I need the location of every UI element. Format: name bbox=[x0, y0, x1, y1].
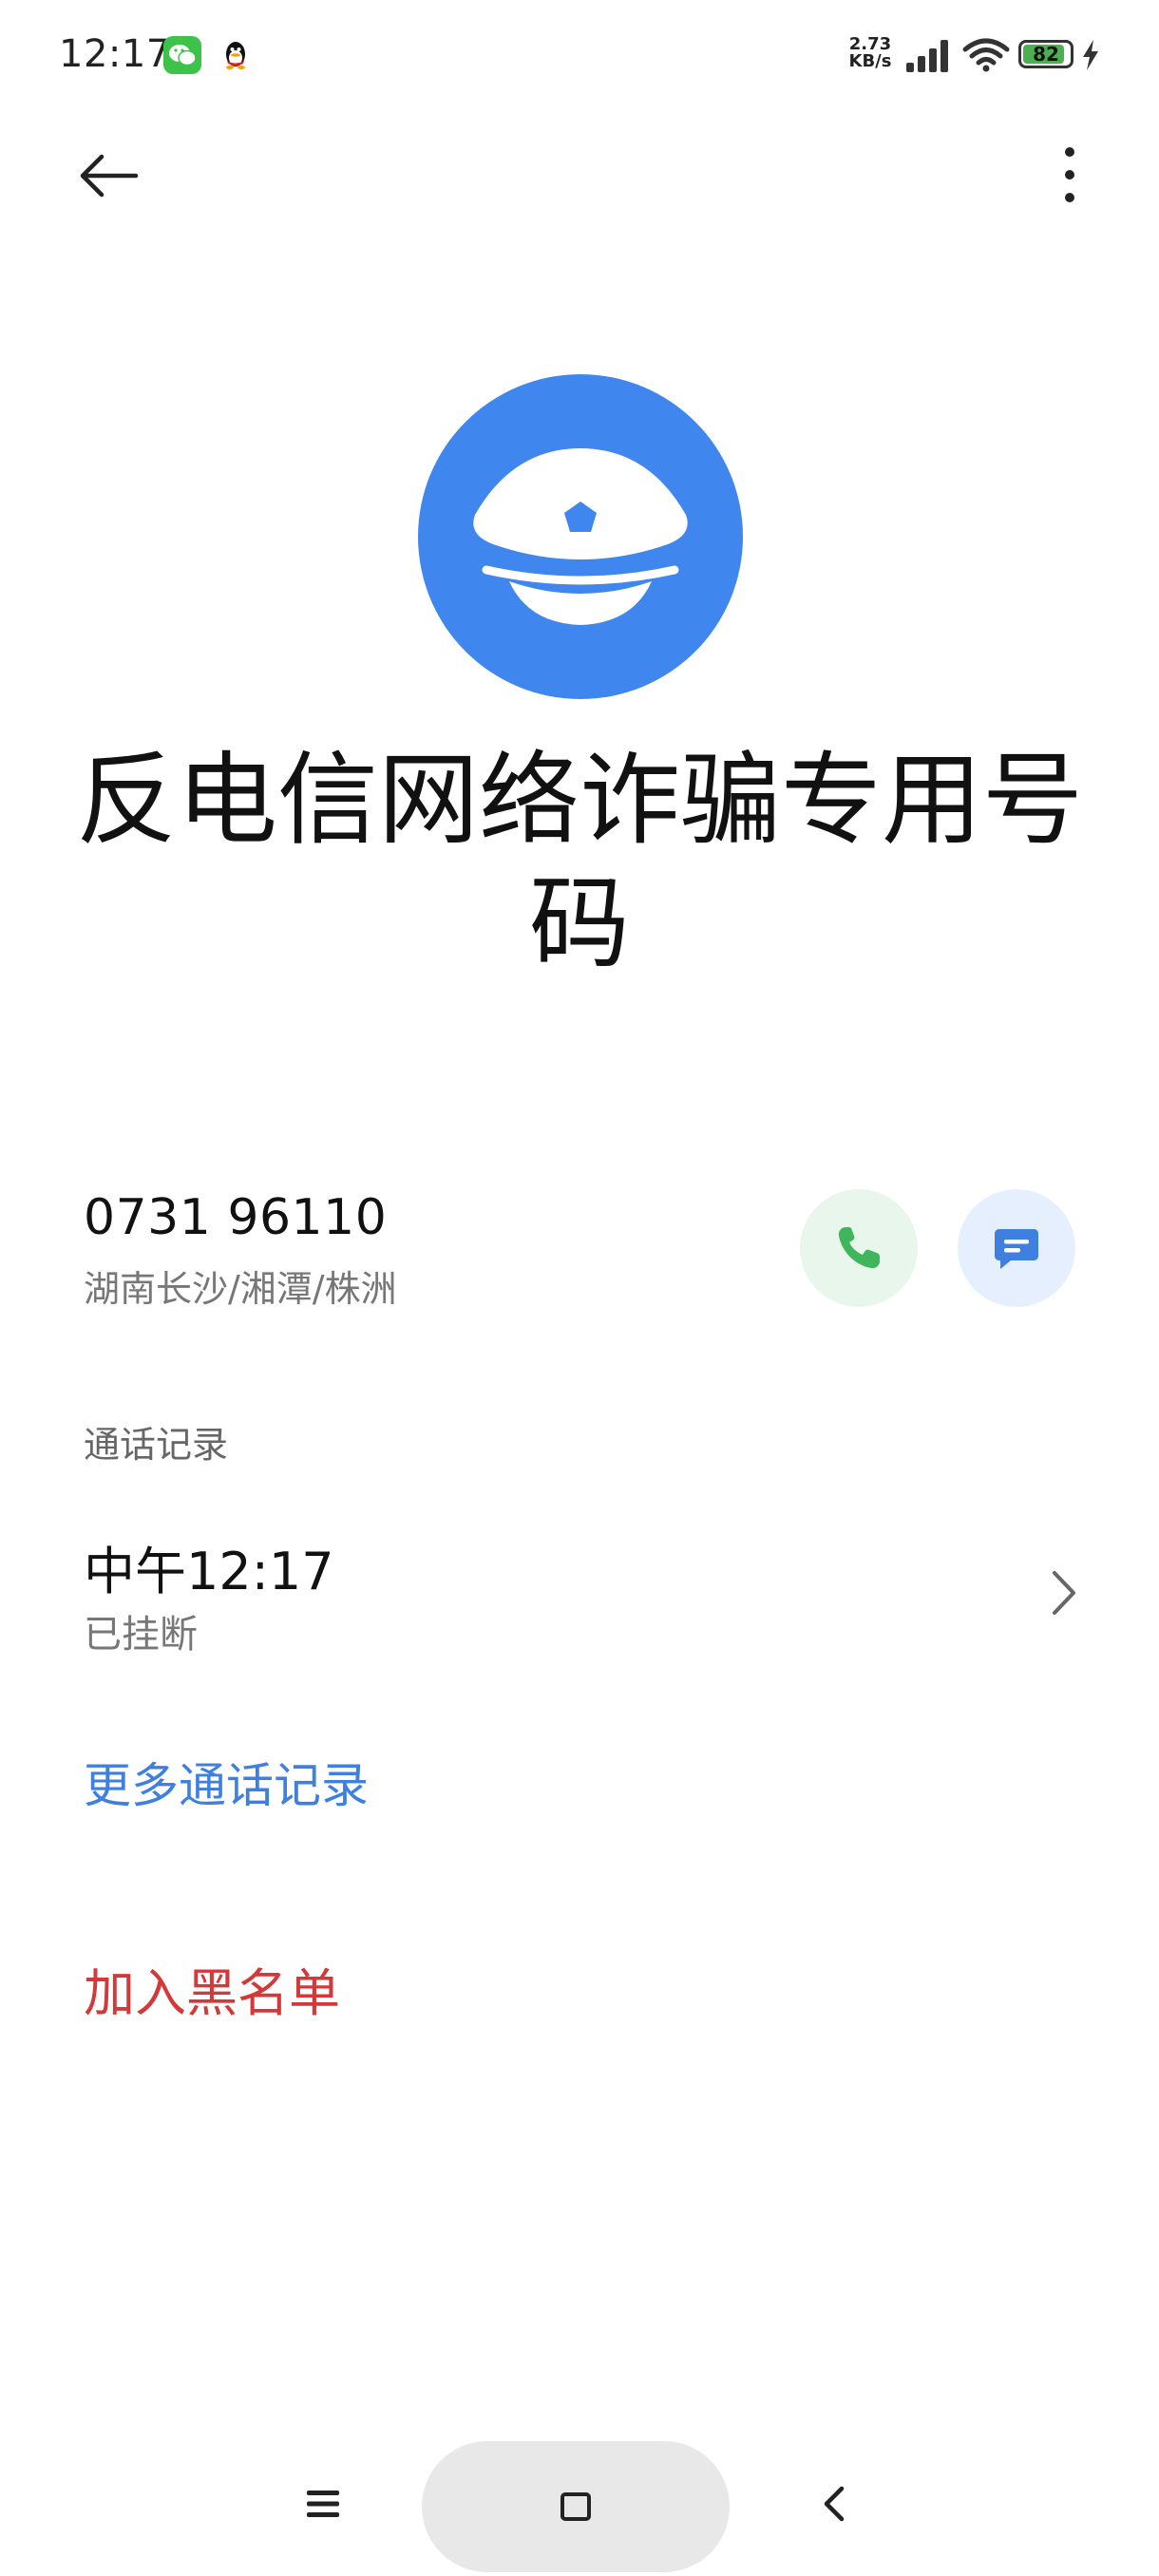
police-cap-icon bbox=[473, 448, 688, 625]
more-call-records-link[interactable]: 更多通话记录 bbox=[84, 1748, 369, 1816]
call-button[interactable] bbox=[800, 1189, 918, 1307]
back-arrow-icon bbox=[80, 154, 139, 198]
contact-avatar bbox=[418, 374, 743, 699]
call-log-time: 中午12:17 bbox=[84, 1542, 334, 1601]
nav-menu-button[interactable] bbox=[300, 2481, 346, 2527]
charging-icon bbox=[1083, 40, 1098, 70]
chevron-right-icon bbox=[1053, 1571, 1075, 1615]
message-button[interactable] bbox=[958, 1189, 1075, 1307]
call-log-section-title: 通话记录 bbox=[84, 1424, 229, 1466]
nav-back-button[interactable] bbox=[811, 2481, 857, 2527]
message-icon bbox=[995, 1229, 1038, 1269]
back-button[interactable] bbox=[72, 144, 144, 207]
nav-home-button[interactable] bbox=[422, 2441, 730, 2572]
back-icon bbox=[824, 2486, 845, 2522]
more-options-button[interactable] bbox=[1041, 141, 1098, 209]
qq-icon bbox=[217, 36, 255, 74]
battery-level: 82 bbox=[1033, 43, 1059, 66]
phone-number[interactable]: 0731 96110 bbox=[84, 1189, 387, 1246]
status-bar: 12:17 2.73 KB/s 82 bbox=[0, 0, 1159, 104]
contact-detail-screen: 12:17 2.73 KB/s 82 反电信网络诈骗专用号码 0731 9611… bbox=[0, 0, 1159, 2576]
call-log-entry[interactable]: 中午12:17 已挂断 bbox=[84, 1520, 1081, 1662]
more-options-icon bbox=[1065, 147, 1074, 202]
phone-icon bbox=[838, 1227, 880, 1269]
wechat-icon bbox=[163, 36, 201, 74]
contact-name: 反电信网络诈骗专用号码 bbox=[76, 742, 1083, 982]
status-time: 12:17 bbox=[59, 32, 171, 76]
number-location: 湖南长沙/湘潭/株洲 bbox=[84, 1268, 397, 1310]
home-icon bbox=[560, 2492, 591, 2521]
signal-icon bbox=[906, 40, 948, 72]
wifi-icon bbox=[962, 38, 1010, 72]
call-log-status: 已挂断 bbox=[84, 1613, 198, 1657]
network-speed: 2.73 KB/s bbox=[848, 34, 892, 71]
menu-icon bbox=[307, 2491, 339, 2517]
add-to-blacklist-button[interactable]: 加入黑名单 bbox=[84, 1951, 340, 2026]
battery-icon: 82 bbox=[1018, 40, 1074, 68]
